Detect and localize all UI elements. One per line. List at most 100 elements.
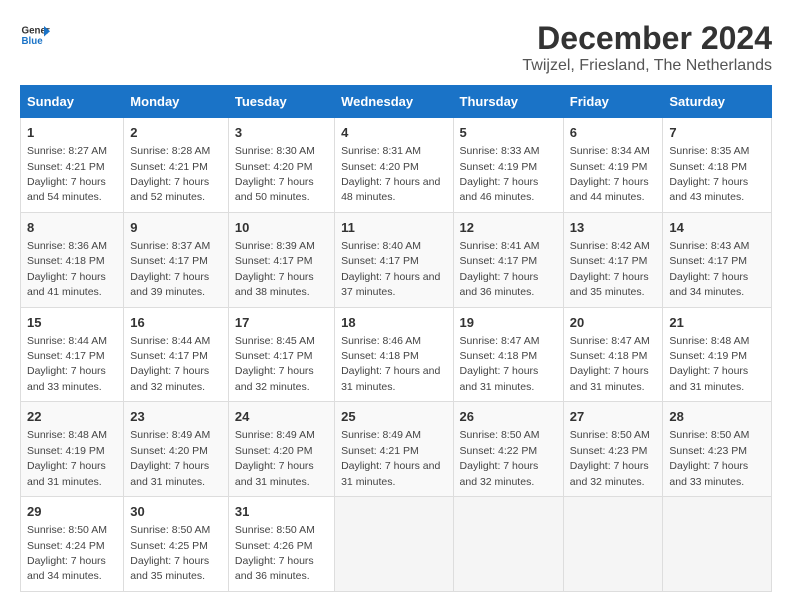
sunset-text: Sunset: 4:26 PM [235, 540, 313, 552]
calendar-cell [335, 497, 453, 592]
calendar-header-row: SundayMondayTuesdayWednesdayThursdayFrid… [21, 86, 772, 118]
day-number: 25 [341, 408, 446, 426]
daylight-text: Daylight: 7 hours and 36 minutes. [235, 555, 314, 582]
sunset-text: Sunset: 4:20 PM [341, 161, 419, 173]
daylight-text: Daylight: 7 hours and 36 minutes. [460, 271, 539, 298]
header-day-friday: Friday [563, 86, 663, 118]
sunrise-text: Sunrise: 8:44 AM [130, 335, 210, 347]
sunrise-text: Sunrise: 8:46 AM [341, 335, 421, 347]
day-number: 23 [130, 408, 222, 426]
day-number: 5 [460, 124, 557, 142]
sunrise-text: Sunrise: 8:43 AM [669, 240, 749, 252]
calendar-cell: 10 Sunrise: 8:39 AM Sunset: 4:17 PM Dayl… [228, 212, 334, 307]
daylight-text: Daylight: 7 hours and 32 minutes. [570, 460, 649, 487]
calendar-cell: 26 Sunrise: 8:50 AM Sunset: 4:22 PM Dayl… [453, 402, 563, 497]
calendar-cell: 5 Sunrise: 8:33 AM Sunset: 4:19 PM Dayli… [453, 118, 563, 213]
sunrise-text: Sunrise: 8:39 AM [235, 240, 315, 252]
sunset-text: Sunset: 4:19 PM [669, 350, 747, 362]
svg-text:Blue: Blue [22, 36, 44, 47]
sunrise-text: Sunrise: 8:36 AM [27, 240, 107, 252]
sunrise-text: Sunrise: 8:49 AM [130, 429, 210, 441]
day-number: 14 [669, 219, 765, 237]
day-number: 29 [27, 503, 117, 521]
header-day-monday: Monday [124, 86, 229, 118]
calendar-week-row: 15 Sunrise: 8:44 AM Sunset: 4:17 PM Dayl… [21, 307, 772, 402]
daylight-text: Daylight: 7 hours and 31 minutes. [460, 365, 539, 392]
sunrise-text: Sunrise: 8:48 AM [669, 335, 749, 347]
day-number: 16 [130, 314, 222, 332]
sunset-text: Sunset: 4:17 PM [235, 255, 313, 267]
sunset-text: Sunset: 4:19 PM [27, 445, 105, 457]
day-number: 30 [130, 503, 222, 521]
day-number: 12 [460, 219, 557, 237]
calendar-cell: 7 Sunrise: 8:35 AM Sunset: 4:18 PM Dayli… [663, 118, 772, 213]
sunrise-text: Sunrise: 8:34 AM [570, 145, 650, 157]
calendar-cell: 20 Sunrise: 8:47 AM Sunset: 4:18 PM Dayl… [563, 307, 663, 402]
day-number: 7 [669, 124, 765, 142]
sunset-text: Sunset: 4:21 PM [341, 445, 419, 457]
day-number: 28 [669, 408, 765, 426]
header-day-wednesday: Wednesday [335, 86, 453, 118]
day-number: 4 [341, 124, 446, 142]
day-number: 20 [570, 314, 657, 332]
sunset-text: Sunset: 4:17 PM [460, 255, 538, 267]
daylight-text: Daylight: 7 hours and 34 minutes. [27, 555, 106, 582]
header-day-tuesday: Tuesday [228, 86, 334, 118]
main-title: December 2024 [522, 20, 772, 57]
sunset-text: Sunset: 4:17 PM [235, 350, 313, 362]
calendar-cell: 15 Sunrise: 8:44 AM Sunset: 4:17 PM Dayl… [21, 307, 124, 402]
sunset-text: Sunset: 4:25 PM [130, 540, 208, 552]
day-number: 2 [130, 124, 222, 142]
sunrise-text: Sunrise: 8:31 AM [341, 145, 421, 157]
calendar-cell: 1 Sunrise: 8:27 AM Sunset: 4:21 PM Dayli… [21, 118, 124, 213]
calendar-cell: 25 Sunrise: 8:49 AM Sunset: 4:21 PM Dayl… [335, 402, 453, 497]
calendar-cell: 24 Sunrise: 8:49 AM Sunset: 4:20 PM Dayl… [228, 402, 334, 497]
daylight-text: Daylight: 7 hours and 33 minutes. [27, 365, 106, 392]
sunrise-text: Sunrise: 8:47 AM [570, 335, 650, 347]
calendar-cell: 12 Sunrise: 8:41 AM Sunset: 4:17 PM Dayl… [453, 212, 563, 307]
sunset-text: Sunset: 4:21 PM [27, 161, 105, 173]
sunrise-text: Sunrise: 8:48 AM [27, 429, 107, 441]
sunset-text: Sunset: 4:18 PM [460, 350, 538, 362]
daylight-text: Daylight: 7 hours and 34 minutes. [669, 271, 748, 298]
daylight-text: Daylight: 7 hours and 32 minutes. [130, 365, 209, 392]
day-number: 15 [27, 314, 117, 332]
sunrise-text: Sunrise: 8:49 AM [341, 429, 421, 441]
header-day-thursday: Thursday [453, 86, 563, 118]
sunset-text: Sunset: 4:20 PM [235, 445, 313, 457]
sunset-text: Sunset: 4:20 PM [130, 445, 208, 457]
sunrise-text: Sunrise: 8:47 AM [460, 335, 540, 347]
day-number: 13 [570, 219, 657, 237]
sunrise-text: Sunrise: 8:50 AM [235, 524, 315, 536]
calendar-week-row: 29 Sunrise: 8:50 AM Sunset: 4:24 PM Dayl… [21, 497, 772, 592]
daylight-text: Daylight: 7 hours and 35 minutes. [130, 555, 209, 582]
sunrise-text: Sunrise: 8:50 AM [570, 429, 650, 441]
logo: General Blue [20, 20, 50, 50]
sunrise-text: Sunrise: 8:30 AM [235, 145, 315, 157]
sunrise-text: Sunrise: 8:41 AM [460, 240, 540, 252]
day-number: 9 [130, 219, 222, 237]
daylight-text: Daylight: 7 hours and 41 minutes. [27, 271, 106, 298]
sunset-text: Sunset: 4:18 PM [27, 255, 105, 267]
day-number: 11 [341, 219, 446, 237]
daylight-text: Daylight: 7 hours and 50 minutes. [235, 176, 314, 203]
calendar-cell: 28 Sunrise: 8:50 AM Sunset: 4:23 PM Dayl… [663, 402, 772, 497]
daylight-text: Daylight: 7 hours and 48 minutes. [341, 176, 440, 203]
calendar-cell: 21 Sunrise: 8:48 AM Sunset: 4:19 PM Dayl… [663, 307, 772, 402]
calendar-cell: 19 Sunrise: 8:47 AM Sunset: 4:18 PM Dayl… [453, 307, 563, 402]
sunset-text: Sunset: 4:17 PM [27, 350, 105, 362]
day-number: 17 [235, 314, 328, 332]
daylight-text: Daylight: 7 hours and 32 minutes. [460, 460, 539, 487]
daylight-text: Daylight: 7 hours and 37 minutes. [341, 271, 440, 298]
daylight-text: Daylight: 7 hours and 31 minutes. [570, 365, 649, 392]
calendar-week-row: 22 Sunrise: 8:48 AM Sunset: 4:19 PM Dayl… [21, 402, 772, 497]
sunrise-text: Sunrise: 8:27 AM [27, 145, 107, 157]
sunset-text: Sunset: 4:19 PM [460, 161, 538, 173]
day-number: 27 [570, 408, 657, 426]
sunset-text: Sunset: 4:20 PM [235, 161, 313, 173]
daylight-text: Daylight: 7 hours and 31 minutes. [341, 460, 440, 487]
calendar-cell: 14 Sunrise: 8:43 AM Sunset: 4:17 PM Dayl… [663, 212, 772, 307]
sunrise-text: Sunrise: 8:35 AM [669, 145, 749, 157]
day-number: 3 [235, 124, 328, 142]
day-number: 10 [235, 219, 328, 237]
